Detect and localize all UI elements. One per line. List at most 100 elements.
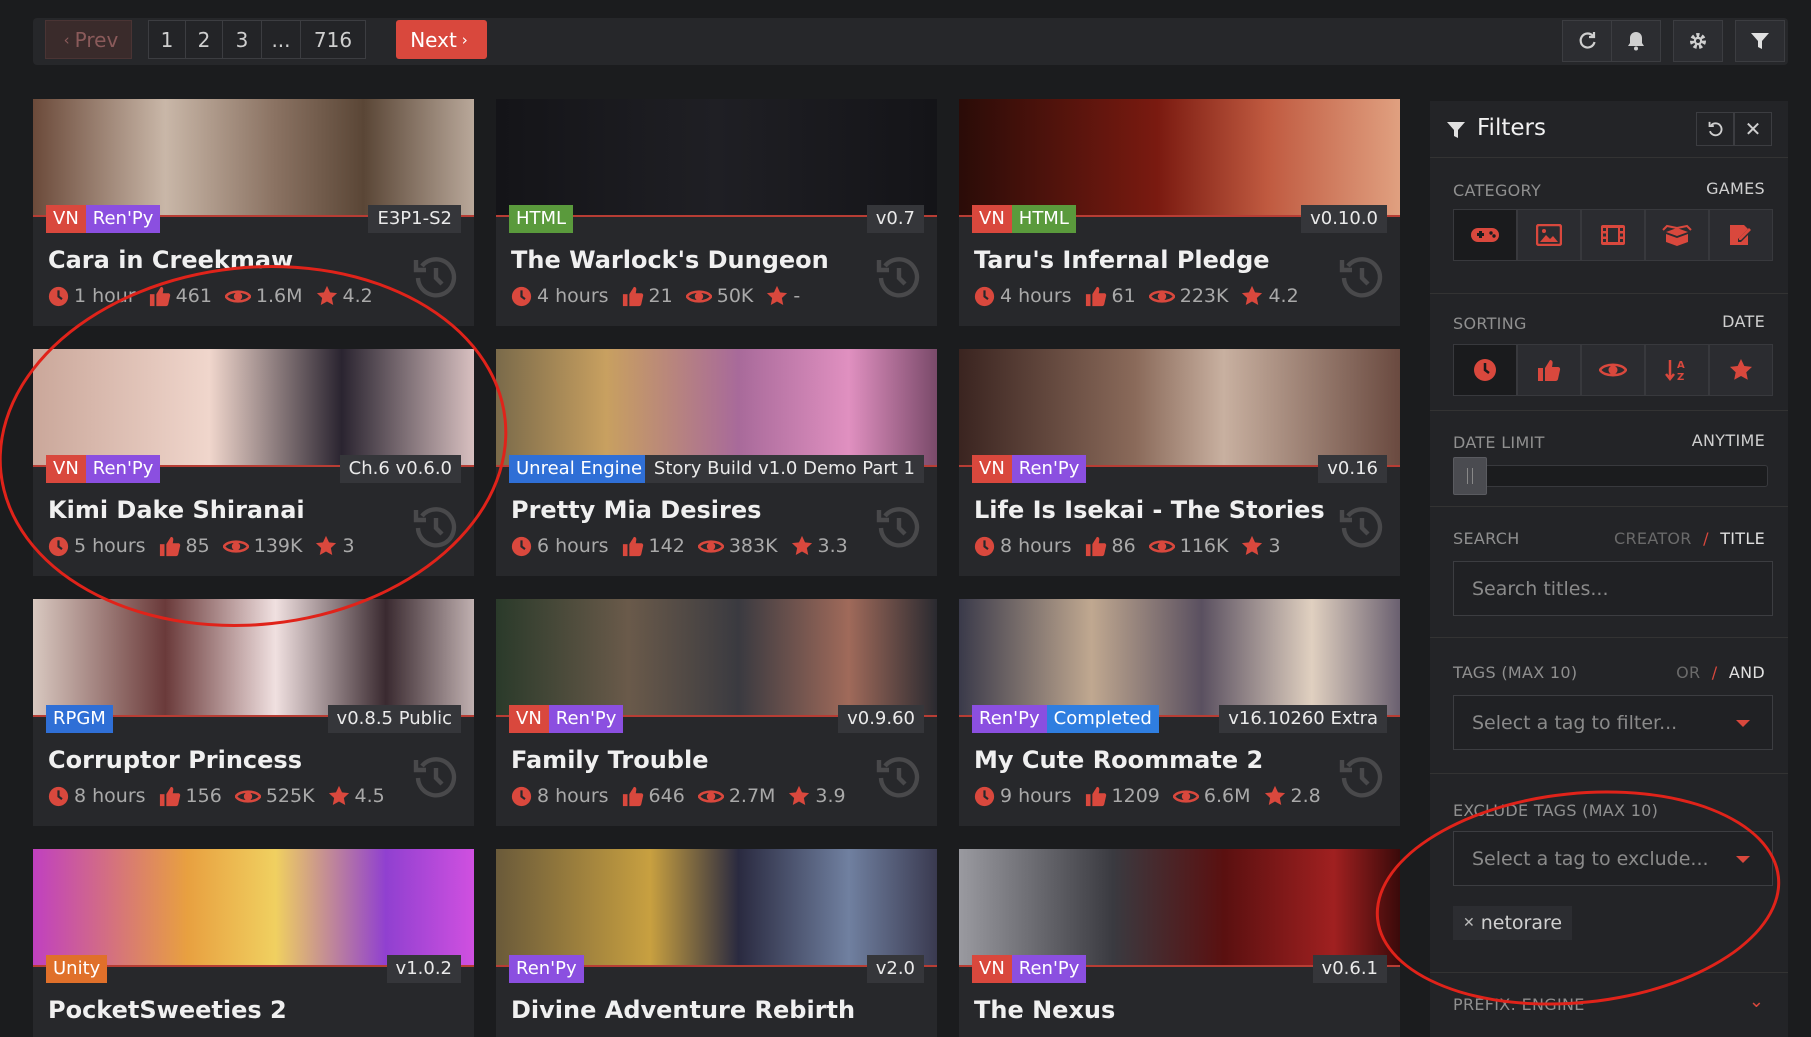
game-card[interactable]: VN Ren'Py v0.16 Life Is Isekai - The Stor… <box>959 349 1400 576</box>
card-title[interactable]: Divine Adventure Rebirth <box>511 996 855 1024</box>
stat-updated-value: 8 hours <box>1000 535 1072 557</box>
card-thumbnail[interactable] <box>959 849 1400 967</box>
date-limit-slider-track[interactable] <box>1461 465 1768 487</box>
card-title[interactable]: The Nexus <box>974 996 1115 1024</box>
history-icon <box>413 757 457 798</box>
page-2-button[interactable]: 2 <box>185 20 223 59</box>
exclude-tags-select[interactable]: Select a tag to exclude... <box>1453 831 1773 886</box>
game-card[interactable]: VN Ren'Py Ch.6 v0.6.0 Kimi Dake Shiranai … <box>33 349 474 576</box>
card-thumbnail[interactable] <box>496 599 937 717</box>
game-card[interactable]: RPGM v0.8.5 Public Corruptor Princess 8 … <box>33 599 474 826</box>
tags-select[interactable]: Select a tag to filter... <box>1453 695 1773 750</box>
card-title[interactable]: Life Is Isekai - The Stories <box>974 496 1325 524</box>
sort-views-button[interactable] <box>1581 344 1645 396</box>
game-card[interactable]: VN Ren'Py v0.9.60 Family Trouble 8 hours … <box>496 599 937 826</box>
search-input[interactable]: Search titles... <box>1453 561 1773 616</box>
game-card[interactable]: Ren'Py Completed v16.10260 Extra My Cute … <box>959 599 1400 826</box>
sort-likes-button[interactable] <box>1517 344 1581 396</box>
game-card[interactable]: Ren'Py v2.0 Divine Adventure Rebirth <box>496 849 937 1037</box>
stat-updated: 9 hours <box>974 785 1072 807</box>
sort-alpha-icon: AZ <box>1665 360 1685 382</box>
date-limit-slider-handle[interactable] <box>1453 457 1487 495</box>
stat-rating-value: 4.5 <box>354 785 385 807</box>
game-card[interactable]: VN Ren'Py v0.6.1 The Nexus <box>959 849 1400 1037</box>
game-card[interactable]: VN Ren'Py E3P1-S2 Cara in Creekmaw 1 hour… <box>33 99 474 326</box>
prev-page-button[interactable]: ‹ Prev <box>45 20 132 59</box>
sort-alpha-button[interactable]: AZ <box>1645 344 1709 396</box>
card-thumbnail[interactable] <box>33 849 474 967</box>
card-title[interactable]: Corruptor Princess <box>48 746 302 774</box>
exclude-tags-label: EXCLUDE TAGS (MAX 10) <box>1453 801 1659 820</box>
category-images-button[interactable] <box>1517 209 1581 261</box>
search-mode-creator[interactable]: CREATOR <box>1614 529 1692 548</box>
caret-down-icon <box>1736 720 1750 727</box>
stat-likes: 646 <box>622 785 685 807</box>
engine-tag: HTML <box>1011 205 1076 233</box>
eye-icon <box>234 789 261 803</box>
next-page-button[interactable]: Next › <box>396 20 487 59</box>
prefix-engine-label: PREFIX: ENGINE <box>1453 995 1585 1014</box>
game-card[interactable]: Unity v1.0.2 PocketSweeties 2 <box>33 849 474 1037</box>
tags-mode-and[interactable]: AND <box>1729 663 1765 682</box>
search-mode-title[interactable]: TITLE <box>1720 529 1765 548</box>
stat-updated-value: 4 hours <box>537 285 609 307</box>
game-card[interactable]: Unreal Engine Story Build v1.0 Demo Part… <box>496 349 937 576</box>
close-icon: ✕ <box>1744 117 1762 141</box>
card-title[interactable]: My Cute Roommate 2 <box>974 746 1263 774</box>
sort-date-button[interactable] <box>1453 344 1517 396</box>
stat-updated: 5 hours <box>48 535 146 557</box>
card-title[interactable]: The Warlock's Dungeon <box>511 246 829 274</box>
star-icon <box>328 785 349 805</box>
card-title[interactable]: Pretty Mia Desires <box>511 496 761 524</box>
gamepad-icon <box>1471 228 1499 242</box>
card-thumbnail[interactable] <box>959 99 1400 217</box>
prefix-engine-section[interactable]: PREFIX: ENGINE ⌄ <box>1430 973 1788 1037</box>
game-card[interactable]: HTML v0.7 The Warlock's Dungeon 4 hours … <box>496 99 937 326</box>
card-thumbnail[interactable] <box>33 99 474 217</box>
reset-filters-button[interactable] <box>1696 112 1734 146</box>
history-icon <box>876 757 920 798</box>
card-title[interactable]: Kimi Dake Shiranai <box>48 496 305 524</box>
category-assets-button[interactable] <box>1645 209 1709 261</box>
card-thumbnail[interactable] <box>496 349 937 467</box>
star-icon <box>767 285 788 305</box>
card-thumbnail[interactable] <box>496 849 937 967</box>
card-thumbnail[interactable] <box>33 349 474 467</box>
stat-views-value: 2.7M <box>728 785 776 807</box>
settings-button[interactable] <box>1673 20 1723 62</box>
notifications-button[interactable] <box>1611 20 1661 62</box>
tags-mode-or[interactable]: OR <box>1676 663 1700 682</box>
close-filters-button[interactable]: ✕ <box>1734 112 1772 146</box>
card-tags: RPGM <box>46 705 113 733</box>
filter-toggle-button[interactable] <box>1735 20 1785 62</box>
card-thumbnail[interactable] <box>496 99 937 217</box>
page-716-button[interactable]: 716 <box>300 20 366 59</box>
card-thumbnail[interactable] <box>959 349 1400 467</box>
category-games-button[interactable] <box>1453 209 1517 261</box>
category-video-button[interactable] <box>1581 209 1645 261</box>
card-title[interactable]: Cara in Creekmaw <box>48 246 293 274</box>
page-3-button[interactable]: 3 <box>222 20 262 59</box>
card-thumbnail[interactable] <box>959 599 1400 717</box>
sort-rating-button[interactable] <box>1709 344 1773 396</box>
chevron-down-icon: ⌄ <box>1748 991 1764 1012</box>
engine-tag: Ren'Py <box>85 455 161 483</box>
page-1-button[interactable]: 1 <box>148 20 186 59</box>
card-thumbnail[interactable] <box>33 599 474 717</box>
version-badge: v2.0 <box>866 955 924 983</box>
engine-tag: Ren'Py <box>548 705 624 733</box>
engine-tag: Unreal Engine <box>509 455 650 483</box>
card-tags: VN Ren'Py <box>46 205 161 233</box>
refresh-button[interactable] <box>1562 20 1612 62</box>
clock-icon <box>48 286 69 306</box>
card-title[interactable]: Taru's Infernal Pledge <box>974 246 1270 274</box>
card-title[interactable]: Family Trouble <box>511 746 708 774</box>
category-comics-button[interactable] <box>1709 209 1773 261</box>
card-title[interactable]: PocketSweeties 2 <box>48 996 287 1024</box>
game-card[interactable]: VN HTML v0.10.0 Taru's Infernal Pledge 4 … <box>959 99 1400 326</box>
engine-tag: VN <box>509 705 549 733</box>
engine-tag: Ren'Py <box>509 955 584 983</box>
eye-icon <box>1599 363 1627 377</box>
remove-chip-icon[interactable]: ✕ <box>1463 915 1475 931</box>
clock-icon <box>1474 359 1496 381</box>
